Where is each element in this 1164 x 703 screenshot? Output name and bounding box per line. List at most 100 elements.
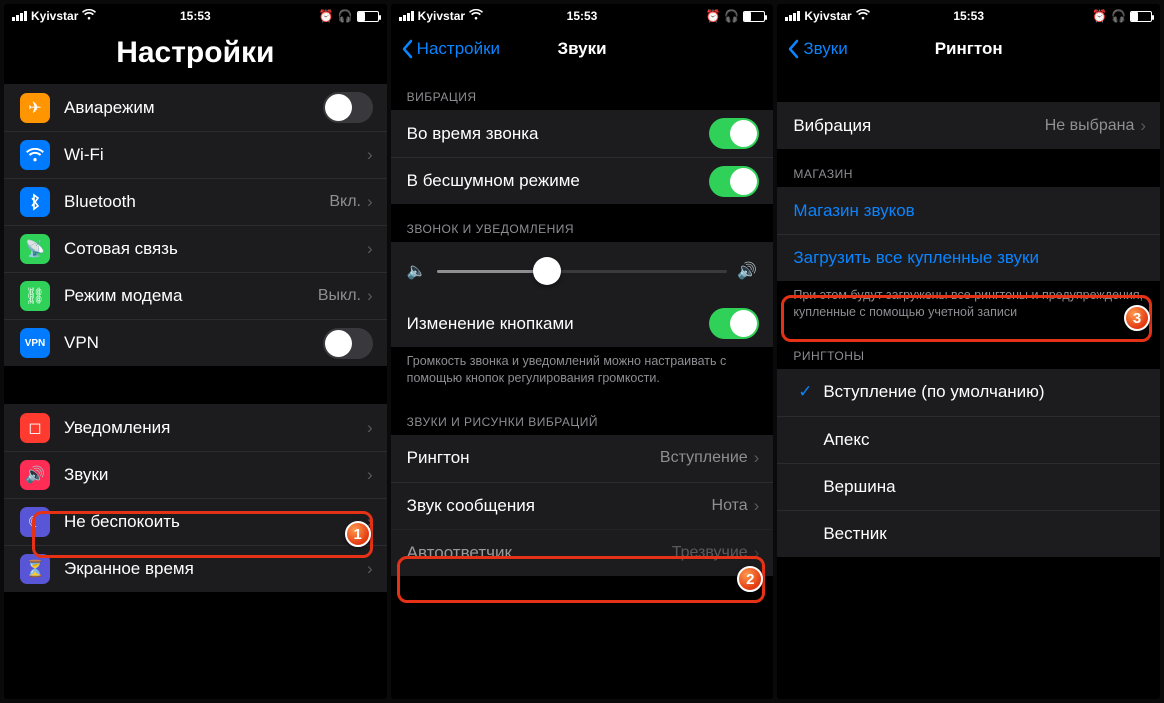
chevron-right-icon: › [367, 559, 373, 579]
signal-icon [399, 11, 414, 21]
row-bluetooth[interactable]: Bluetooth Вкл. › [4, 178, 387, 225]
row-vibration[interactable]: Вибрация Не выбрана › [777, 102, 1160, 149]
row-download-purchased[interactable]: Загрузить все купленные звуки [777, 234, 1160, 281]
signal-icon [12, 11, 27, 21]
row-hotspot[interactable]: ⛓ Режим модема Выкл. › [4, 272, 387, 319]
label: Экранное время [64, 559, 367, 579]
label: Вступление (по умолчанию) [823, 382, 1146, 402]
status-bar: Kyivstar 15:53 ⏰ 🎧 [391, 4, 774, 26]
clock: 15:53 [953, 9, 984, 23]
back-button[interactable]: Настройки [401, 39, 500, 59]
check-icon: ✓ [793, 382, 817, 402]
value: Вступление [660, 449, 748, 467]
navbar: Настройки Звуки [391, 26, 774, 72]
section-footer-volume: Громкость звонка и уведомлений можно нас… [391, 347, 774, 397]
label: Уведомления [64, 418, 367, 438]
label: Звук сообщения [407, 496, 712, 516]
row-cellular[interactable]: 📡 Сотовая связь › [4, 225, 387, 272]
navbar: Звуки Рингтон [777, 26, 1160, 72]
chevron-right-icon: › [367, 239, 373, 259]
airplane-icon: ✈︎ [20, 93, 50, 123]
screen-settings: Kyivstar 15:53 ⏰ 🎧 Настройки ✈︎ Авиарежи… [4, 4, 387, 699]
volume-slider[interactable] [437, 270, 728, 273]
alarm-icon: ⏰ [319, 9, 334, 23]
row-ringtone-item[interactable]: ✓ Вступление (по умолчанию) [777, 369, 1160, 416]
notifications-icon: ◻︎ [20, 413, 50, 443]
row-dnd[interactable]: ☾ Не беспокоить › [4, 498, 387, 545]
section-header-vibration: ВИБРАЦИЯ [391, 72, 774, 110]
label: Вибрация [793, 116, 1044, 136]
chevron-right-icon: › [754, 448, 760, 468]
row-ringtone[interactable]: Рингтон Вступление › [391, 435, 774, 482]
value: Не выбрана [1045, 117, 1135, 135]
status-bar: Kyivstar 15:53 ⏰ 🎧 [777, 4, 1160, 26]
row-notifications[interactable]: ◻︎ Уведомления › [4, 404, 387, 451]
row-vibrate-on-ring[interactable]: Во время звонка [391, 110, 774, 157]
row-vpn[interactable]: VPN VPN [4, 319, 387, 366]
label: Звуки [64, 465, 367, 485]
chevron-right-icon: › [754, 496, 760, 516]
page-title: Настройки [4, 26, 387, 84]
moon-icon: ☾ [20, 507, 50, 537]
row-texttone[interactable]: Звук сообщения Нота › [391, 482, 774, 529]
label: Изменение кнопками [407, 314, 710, 334]
screen-sounds: Kyivstar 15:53 ⏰ 🎧 Настройки Звуки ВИБРА… [391, 4, 774, 699]
cellular-icon: 📡 [20, 234, 50, 264]
row-screentime[interactable]: ⏳ Экранное время › [4, 545, 387, 592]
volume-low-icon: 🔈 [407, 261, 427, 281]
row-ringtone-item[interactable]: Вестник [777, 510, 1160, 557]
section-footer-store: При этом будут загружены все рингтоны и … [777, 281, 1160, 331]
label: Режим модема [64, 286, 318, 306]
hotspot-icon: ⛓ [20, 281, 50, 311]
label: Не беспокоить [64, 512, 367, 532]
toggle[interactable] [709, 118, 759, 149]
alarm-icon: ⏰ [1092, 9, 1107, 23]
section-header-ringer: ЗВОНОК И УВЕДОМЛЕНИЯ [391, 204, 774, 242]
label: Вестник [823, 524, 1146, 544]
back-button[interactable]: Звуки [787, 39, 847, 59]
section-header-ringtones: РИНГТОНЫ [777, 331, 1160, 369]
row-change-with-buttons[interactable]: Изменение кнопками [391, 300, 774, 347]
chevron-right-icon: › [367, 465, 373, 485]
chevron-right-icon: › [367, 286, 373, 306]
row-ringtone-item[interactable]: Вершина [777, 463, 1160, 510]
wifi-icon [469, 9, 483, 23]
toggle[interactable] [709, 308, 759, 339]
vpn-icon: VPN [20, 328, 50, 358]
label: Авиарежим [64, 98, 323, 118]
row-ringtone-item[interactable]: Апекс [777, 416, 1160, 463]
headphones-icon: 🎧 [338, 9, 353, 23]
label: Сотовая связь [64, 239, 367, 259]
row-voicemail[interactable]: Автоответчик Трезвучие › [391, 529, 774, 576]
label: Магазин звуков [793, 201, 1146, 221]
battery-icon [743, 11, 765, 22]
row-sounds[interactable]: 🔊 Звуки › [4, 451, 387, 498]
row-tone-store[interactable]: Магазин звуков [777, 187, 1160, 234]
carrier-label: Kyivstar [418, 9, 465, 23]
clock: 15:53 [567, 9, 598, 23]
headphones-icon: 🎧 [1111, 9, 1126, 23]
carrier-label: Kyivstar [804, 9, 851, 23]
clock: 15:53 [180, 9, 211, 23]
back-label: Настройки [417, 39, 500, 59]
alarm-icon: ⏰ [705, 9, 720, 23]
value: Нота [712, 497, 748, 515]
row-airplane[interactable]: ✈︎ Авиарежим [4, 84, 387, 131]
section-header-patterns: ЗВУКИ И РИСУНКИ ВИБРАЦИЙ [391, 397, 774, 435]
chevron-right-icon: › [754, 543, 760, 563]
value: Выкл. [318, 287, 361, 305]
value: Вкл. [329, 193, 361, 211]
row-wifi[interactable]: Wi-Fi › [4, 131, 387, 178]
row-vibrate-on-silent[interactable]: В бесшумном режиме [391, 157, 774, 204]
hourglass-icon: ⏳ [20, 554, 50, 584]
toggle[interactable] [709, 166, 759, 197]
carrier-label: Kyivstar [31, 9, 78, 23]
vpn-toggle[interactable] [323, 328, 373, 359]
row-volume-slider[interactable]: 🔈 🔊 [391, 242, 774, 300]
page-title: Рингтон [935, 39, 1003, 59]
page-title: Звуки [557, 39, 606, 59]
label: В бесшумном режиме [407, 171, 710, 191]
airplane-toggle[interactable] [323, 92, 373, 123]
chevron-right-icon: › [367, 418, 373, 438]
headphones-icon: 🎧 [724, 9, 739, 23]
